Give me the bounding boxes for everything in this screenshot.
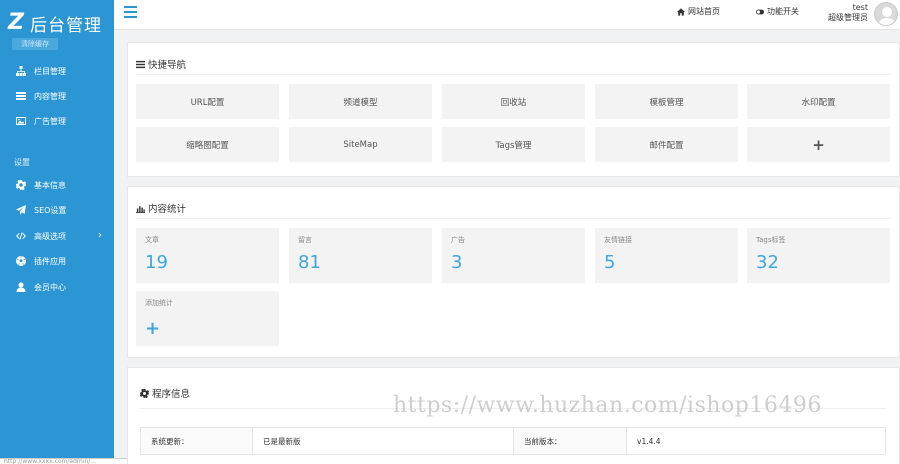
stat-label: 友情链接 [604,236,632,244]
quick-template-manage[interactable]: 模板管理 [595,84,738,119]
sidebar-item-label: SEO设置 [34,205,67,215]
stat-card-tags[interactable]: Tags标签 32 [747,228,890,283]
avatar[interactable] [874,2,898,26]
feature-switch[interactable]: 功能开关 [756,6,799,17]
stat-value: 32 [756,252,779,273]
quick-url-config[interactable]: URL配置 [136,84,279,119]
quick-watermark-config[interactable]: 水印配置 [747,84,890,119]
quick-add-button[interactable]: + [747,127,890,162]
quick-nav-title: 快捷导航 [136,57,186,71]
info-label-update: 系统更新： [140,428,253,455]
logo[interactable]: Z 后台管理 [8,10,102,36]
paper-plane-icon [15,204,27,216]
topbar: 网站首页 功能开关 test 超级管理员 [114,0,900,30]
code-icon [15,230,27,242]
quick-tags-manage[interactable]: Tags管理 [442,127,585,162]
gear-icon [15,179,27,191]
stats-title-text: 内容统计 [148,204,187,215]
sidebar-item-advanced[interactable]: 高级选项 › [0,224,114,248]
stat-card-messages[interactable]: 留言 81 [289,228,432,283]
program-info-title-text: 程序信息 [152,389,191,400]
sidebar-item-seo[interactable]: SEO设置 [0,198,114,222]
sidebar: Z 后台管理 清除缓存 栏目管理 内容管理 广告管理 设置 基本信息 SEO设置 [0,0,146,464]
menu-toggle-icon[interactable] [124,6,138,18]
home-link[interactable]: 网站首页 [677,6,720,17]
info-value-version: v1.4.4 [627,428,886,455]
stat-label: 留言 [298,236,312,244]
quick-sitemap[interactable]: SiteMap [289,127,432,162]
stat-label: 广告 [451,236,465,244]
user-role: 超级管理员 [828,13,868,22]
stat-label: 文章 [145,236,159,244]
sidebar-item-plugins[interactable]: 插件应用 [0,249,114,273]
stat-value: 5 [604,252,616,273]
divider [136,218,891,219]
bar-chart-icon [136,205,145,213]
sidebar-item-label: 高级选项 [34,231,66,241]
clear-cache-button[interactable]: 清除缓存 [12,38,58,50]
stat-value: 3 [451,252,463,273]
watermark: https://www.huzhan.com/ishop16496 [393,393,822,418]
quick-recycle-bin[interactable]: 回收站 [442,84,585,119]
home-icon [677,7,685,16]
stat-card-links[interactable]: 友情链接 5 [595,228,738,283]
image-icon [15,115,27,127]
stat-card-articles[interactable]: 文章 19 [136,228,279,283]
stat-label: 添加统计 [145,299,173,307]
info-value-update: 已是最新版 [253,428,514,455]
sidebar-item-content[interactable]: 内容管理 [0,84,114,108]
username: test [852,3,868,12]
toggle-icon [756,9,764,14]
sidebar-item-column[interactable]: 栏目管理 [0,59,114,83]
sidebar-item-members[interactable]: 会员中心 [0,275,114,299]
sidebar-item-ads[interactable]: 广告管理 [0,109,114,133]
bars-icon [136,60,145,68]
sidebar-item-label: 基本信息 [34,180,66,190]
sidebar-item-label: 会员中心 [34,282,66,292]
soccer-ball-icon [15,255,27,267]
quick-channel-model[interactable]: 频道模型 [289,84,432,119]
stat-card-add[interactable]: 添加统计 + [136,291,279,346]
program-info-title: 程序信息 [140,386,190,400]
program-info-table: 系统更新： 已是最新版 当前版本： v1.4.4 [140,427,886,464]
logo-mark: Z [8,10,24,35]
cog-icon [140,388,149,398]
quick-nav-title-text: 快捷导航 [148,60,187,71]
stat-value: 81 [298,252,321,273]
user-icon [15,281,27,293]
stat-card-ads[interactable]: 广告 3 [442,228,585,283]
sidebar-item-label: 内容管理 [34,91,66,101]
info-label-version: 当前版本： [514,428,627,455]
quick-mail-config[interactable]: 邮件配置 [595,127,738,162]
sidebar-item-basic-info[interactable]: 基本信息 [0,173,114,197]
sidebar-item-label: 插件应用 [34,256,66,266]
status-url: http://www.xxxx.com/admin/... [0,458,146,464]
sidebar-item-label: 栏目管理 [34,66,66,76]
add-stat-icon: + [145,318,161,339]
sitemap-icon [15,65,27,77]
quick-thumbnail-config[interactable]: 缩略图配置 [136,127,279,162]
list-icon [15,90,27,102]
user-info[interactable]: test 超级管理员 [828,3,868,23]
stat-label: Tags标签 [756,236,786,244]
settings-section-label: 设置 [14,158,30,167]
stat-value: 19 [145,252,168,273]
home-link-label: 网站首页 [688,7,720,16]
divider [136,74,891,75]
feature-switch-label: 功能开关 [767,7,799,16]
logo-text: 后台管理 [30,15,102,36]
chevron-right-icon: › [98,230,102,241]
stats-title: 内容统计 [136,201,186,215]
sidebar-item-label: 广告管理 [34,116,66,126]
